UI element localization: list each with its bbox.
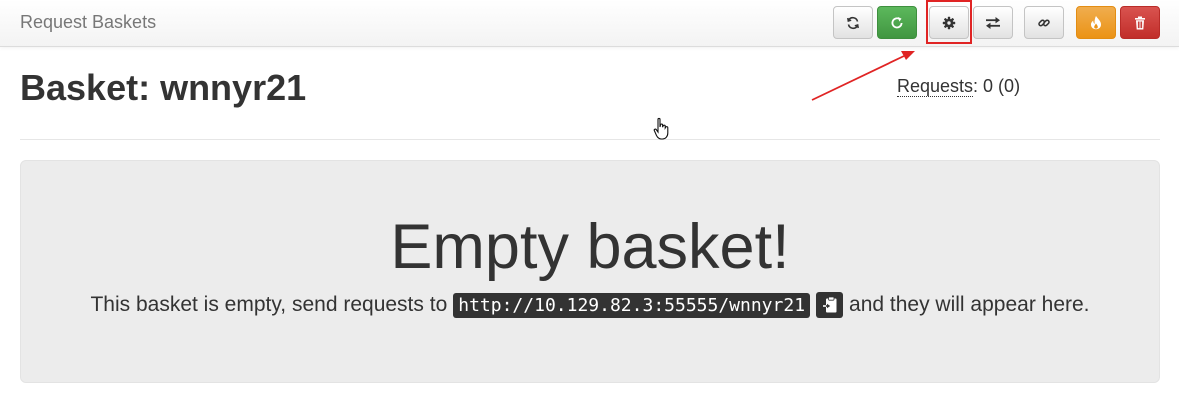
auto-refresh-button[interactable] (877, 6, 917, 39)
requests-label: Requests (897, 76, 974, 97)
empty-heading: Empty basket! (390, 212, 790, 282)
clear-button[interactable] (1076, 6, 1116, 39)
empty-text-after: and they will appear here. (849, 293, 1090, 316)
divider (20, 139, 1160, 140)
delete-button[interactable] (1120, 6, 1160, 39)
navbar: Request Baskets (0, 0, 1179, 47)
empty-text-before: This basket is empty, send requests to (90, 293, 448, 316)
copy-url-button[interactable] (816, 292, 844, 318)
refresh-icon (847, 16, 859, 29)
hand-cursor-icon (653, 117, 669, 140)
fire-icon (1091, 16, 1101, 30)
clipboard-icon (822, 296, 837, 313)
link-icon (1038, 19, 1050, 26)
empty-message: This basket is empty, send requests to h… (21, 292, 1159, 318)
transfer-icon (986, 16, 1000, 29)
brand-title[interactable]: Request Baskets (20, 12, 156, 33)
empty-basket-panel: Empty basket! This basket is empty, send… (20, 160, 1160, 383)
refresh-button[interactable] (833, 6, 873, 39)
gear-icon (942, 16, 956, 29)
share-link-button[interactable] (1024, 6, 1064, 39)
settings-button[interactable] (929, 6, 969, 39)
responses-button[interactable] (973, 6, 1013, 39)
basket-url[interactable]: http://10.129.82.3:55555/wnnyr21 (453, 292, 811, 318)
trash-icon (1135, 16, 1145, 29)
page-title: Basket: wnnyr21 (20, 67, 307, 108)
requests-value: : 0 (0) (973, 76, 1021, 96)
requests-count: Requests: 0 (0) (897, 76, 1020, 97)
rotate-right-icon (891, 16, 903, 28)
